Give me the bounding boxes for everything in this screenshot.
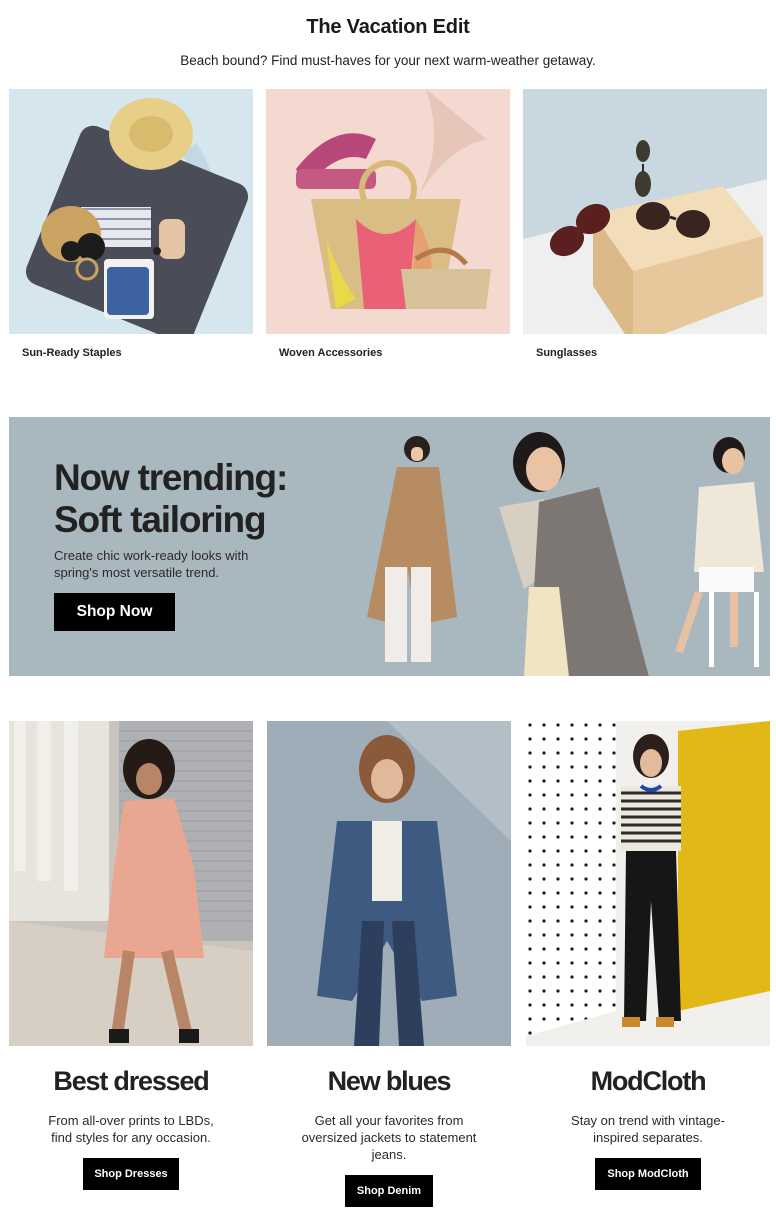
section-title: The Vacation Edit: [306, 16, 470, 38]
banner-headline: Now trending: Soft tailoring: [54, 457, 288, 541]
card-desc-modcloth: Stay on trend with vintage-inspired sepa…: [571, 1113, 725, 1145]
card-desc-best-dressed: From all-over prints to LBDs, find style…: [48, 1113, 214, 1145]
card-desc-new-blues: Get all your favorites from oversized ja…: [301, 1113, 477, 1162]
banner-copy: Create chic work-ready looks with spring…: [54, 548, 249, 580]
card-image-new-blues[interactable]: [267, 721, 511, 1046]
shop-now-button[interactable]: Shop Now: [54, 593, 175, 631]
tile-label-sunglasses[interactable]: Sunglasses: [536, 347, 597, 359]
banner-headline-line2: Soft tailoring: [54, 499, 267, 540]
card-title-best-dressed: Best dressed: [53, 1066, 209, 1096]
card-image-modcloth[interactable]: [526, 721, 770, 1046]
tile-sunglasses[interactable]: [523, 89, 767, 334]
tile-label-sun-ready-staples[interactable]: Sun-Ready Staples: [22, 347, 122, 359]
banner-headline-line1: Now trending:: [54, 457, 288, 498]
woven-bag-image: [266, 89, 510, 334]
shop-denim-button[interactable]: Shop Denim: [345, 1175, 433, 1207]
suitcase-flatlay-image: [9, 89, 253, 334]
dress-model-image: [9, 721, 253, 1046]
section-subtitle: Beach bound? Find must-haves for your ne…: [180, 53, 596, 68]
modcloth-model-image: [526, 721, 770, 1046]
shop-modcloth-button[interactable]: Shop ModCloth: [595, 1158, 701, 1190]
card-image-best-dressed[interactable]: [9, 721, 253, 1046]
shop-dresses-button[interactable]: Shop Dresses: [83, 1158, 179, 1190]
trending-banner[interactable]: Now trending: Soft tailoring Create chic…: [9, 417, 770, 676]
sunglasses-image: [523, 89, 767, 334]
tile-sun-ready-staples[interactable]: [9, 89, 253, 334]
denim-model-image: [267, 721, 511, 1046]
card-title-new-blues: New blues: [327, 1066, 452, 1096]
tile-label-woven-accessories[interactable]: Woven Accessories: [279, 347, 382, 359]
tile-woven-accessories[interactable]: [266, 89, 510, 334]
card-title-modcloth: ModCloth: [590, 1066, 707, 1096]
